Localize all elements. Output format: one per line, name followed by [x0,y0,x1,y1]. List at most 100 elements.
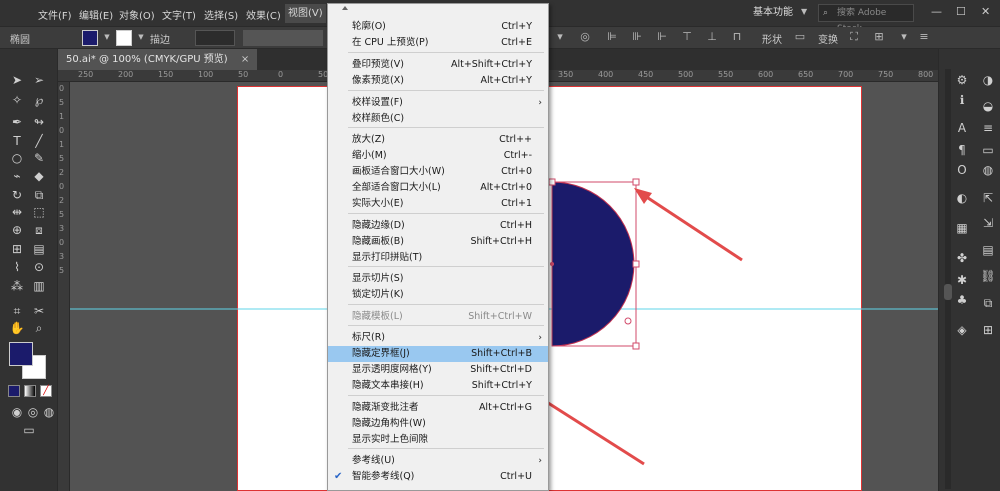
color-icon[interactable]: ◑ [979,71,997,89]
view-menu-item[interactable]: 显示实时上色间隙 [328,432,548,448]
view-menu-item[interactable]: 显示打印拼贴(T) [328,250,548,266]
view-menu-item[interactable]: 画板适合窗口大小(W) Ctrl+0 [328,164,548,180]
menu-item-label: 参考线(U) [352,455,395,466]
view-menu-item[interactable]: 放大(Z) Ctrl++ [328,132,548,148]
menu-item-shortcut: Shift+Ctrl+D [470,364,532,375]
view-menu-item[interactable]: 标尺(R) › [328,330,548,346]
view-menu-item[interactable]: 校样设置(F) › [328,95,548,111]
export-icon[interactable]: ⇱ [979,189,997,207]
menu-item-shortcut: Alt+Shift+Ctrl+Y [450,59,532,70]
menu-item-shortcut: Alt+Ctrl+0 [480,182,532,193]
menu-item-label: 在 CPU 上预览(P) [352,37,429,48]
view-menu-item[interactable]: 隐藏文本串接(H) Shift+Ctrl+Y [328,378,548,394]
menu-separator [348,304,544,305]
menu-separator [348,52,544,53]
menu-item-label: 隐藏边缘(D) [352,220,405,231]
corner-widget[interactable] [624,317,632,325]
menu-item-label: 显示切片(S) [352,273,404,284]
transparency-icon[interactable]: ◍ [979,161,997,179]
bounding-box-handle[interactable] [632,342,640,350]
menu-item-label: 显示实时上色间隙 [352,434,429,445]
view-menu-item[interactable]: 在 CPU 上预览(P) Ctrl+E [328,35,548,51]
menu-separator [348,395,544,396]
menu-item-label: 校样颜色(C) [352,113,405,124]
paragraph-icon[interactable]: ¶ [953,141,971,159]
stroke-panel-icon[interactable]: ≡ [979,119,997,137]
color-guide-icon[interactable]: ◒ [979,97,997,115]
links-icon[interactable]: ⛓ [979,267,997,285]
submenu-arrow-icon: › [538,333,542,343]
opentype-icon[interactable]: O [953,161,971,179]
menu-item-shortcut: Shift+Ctrl+B [471,348,532,359]
menu-item-label: 显示透明度网格(Y) [352,364,432,375]
character-icon[interactable]: A [953,119,971,137]
info-icon[interactable]: ℹ [953,91,971,109]
view-menu-item[interactable]: 隐藏定界框(J) Shift+Ctrl+B [328,346,548,362]
view-menu-item[interactable]: 隐藏渐变批注者 Alt+Ctrl+G [328,400,548,416]
view-menu-item[interactable]: 校样颜色(C) [328,111,548,127]
menu-item-label: 缩小(M) [352,150,387,161]
view-menu-item[interactable]: 隐藏画板(B) Shift+Ctrl+H [328,234,548,250]
submenu-arrow-icon: › [538,456,542,466]
menu-item-shortcut: Ctrl+E [501,37,532,48]
vertical-scrollbar[interactable] [945,69,951,489]
view-menu-item[interactable]: 隐藏边角构件(W) [328,416,548,432]
menu-item-label: 显示打印拼贴(T) [352,252,423,263]
half-circle-shape[interactable] [551,181,635,347]
menu-item-label: 智能参考线(Q) [352,471,415,482]
menu-item-label: 像素预览(X) [352,75,404,86]
brushes-icon[interactable]: ✱ [953,271,971,289]
view-menu-item[interactable]: 显示切片(S) [328,271,548,287]
symbols-icon[interactable]: ✤ [953,249,971,267]
menu-item-label: 实际大小(E) [352,198,404,209]
panel-dock: ⚙ ℹ A ¶ O ◐ ▦ ✤ ✱ ♣ ◈ ◑ ◒ ≡ ▭ ◍ ⇱ ⇲ ▤ ⛓ … [938,49,1000,491]
align-panel-icon[interactable]: ⊞ [979,321,997,339]
layers-icon[interactable]: ◈ [953,321,971,339]
menu-item-label: 锁定切片(K) [352,289,404,300]
menu-item-shortcut: Alt+Ctrl+Y [480,75,533,86]
menu-item-shortcut: Ctrl+U [500,471,532,482]
menu-item-shortcut: Ctrl+H [499,220,532,231]
view-menu-item[interactable]: 显示透明度网格(Y) Shift+Ctrl+D [328,362,548,378]
appearance-icon[interactable]: ◐ [953,189,971,207]
view-menu-item[interactable]: 实际大小(E) Ctrl+1 [328,196,548,212]
anchor-point[interactable] [550,262,554,266]
gradient-panel-icon[interactable]: ▭ [979,141,997,159]
menu-separator [348,448,544,449]
bounding-box-handle[interactable] [632,178,640,186]
fill-color-swatch-front[interactable] [9,342,33,366]
artboards-icon[interactable]: ▤ [979,241,997,259]
graphic-styles-icon[interactable]: ♣ [953,291,971,309]
view-menu-item[interactable]: 叠印预览(V) Alt+Shift+Ctrl+Y [328,57,548,73]
menu-item-label: 校样设置(F) [352,97,403,108]
menu-item-shortcut: Ctrl+1 [501,198,532,209]
menu-item-shortcut: Alt+Ctrl+G [478,402,532,413]
view-menu-item[interactable]: 缩小(M) Ctrl+- [328,148,548,164]
view-menu-item[interactable]: 参考线(U) › [328,453,548,469]
menu-item-label: 放大(Z) [352,134,385,145]
annotation-arrow-head [634,188,652,204]
menu-item-shortcut: Shift+Ctrl+H [470,236,532,247]
menu-item-label: 画板适合窗口大小(W) [352,166,445,177]
view-menu-item[interactable]: 轮廓(O) Ctrl+Y [328,19,548,35]
scrollbar-thumb[interactable] [944,284,952,300]
bounding-box-handle[interactable] [548,178,556,186]
swatches-icon[interactable]: ▦ [953,219,971,237]
menu-item-shortcut: Ctrl+Y [501,21,532,32]
view-menu-item[interactable]: 锁定切片(K) [328,287,548,303]
menu-item-label: 隐藏渐变批注者 [352,402,419,413]
menu-scroll-up-icon[interactable] [342,6,348,10]
menu-item-label: 隐藏模板(L) [352,311,403,322]
view-menu-dropdown: 轮廓(O) Ctrl+Y 在 CPU 上预览(P) Ctrl+E 叠印预览(V) Alt+… [327,3,549,491]
view-menu-item: 隐藏模板(L) Shift+Ctrl+W [328,309,548,325]
view-menu-item[interactable]: 像素预览(X) Alt+Ctrl+Y [328,73,548,89]
menu-item-label: 叠印预览(V) [352,59,404,70]
menu-separator [348,90,544,91]
asset-export-icon[interactable]: ⇲ [979,214,997,232]
pathfinder-icon[interactable]: ⧉ [979,294,997,312]
bounding-box-handle[interactable] [632,260,640,268]
properties-icon[interactable]: ⚙ [953,71,971,89]
view-menu-item[interactable]: 全部适合窗口大小(L) Alt+Ctrl+0 [328,180,548,196]
view-menu-item[interactable]: 隐藏边缘(D) Ctrl+H [328,218,548,234]
view-menu-item[interactable]: ✔ 智能参考线(Q) Ctrl+U [328,469,548,485]
